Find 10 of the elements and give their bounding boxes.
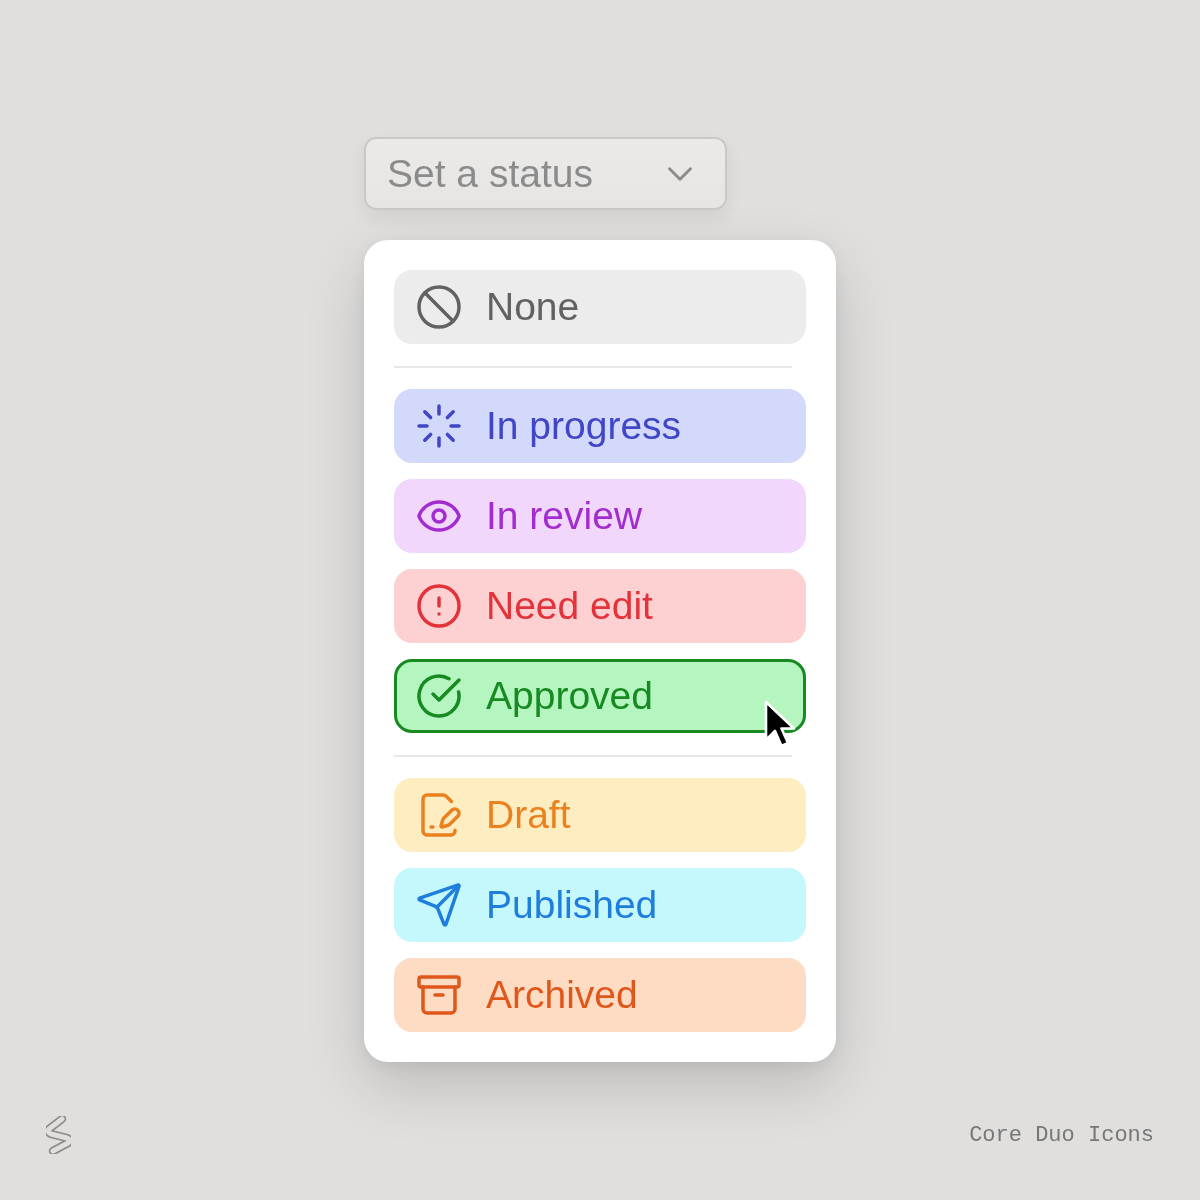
status-option[interactable]: In progress (394, 389, 806, 463)
status-option[interactable]: Draft (394, 778, 806, 852)
status-option[interactable]: Published (394, 868, 806, 942)
status-option[interactable]: In review (394, 479, 806, 553)
status-option[interactable]: Need edit (394, 569, 806, 643)
status-select[interactable]: Set a status (364, 137, 727, 210)
logo-icon (44, 1114, 74, 1156)
caption-text: Core Duo Icons (969, 1122, 1154, 1148)
status-option[interactable]: None (394, 270, 806, 344)
status-option[interactable]: Archived (394, 958, 806, 1032)
